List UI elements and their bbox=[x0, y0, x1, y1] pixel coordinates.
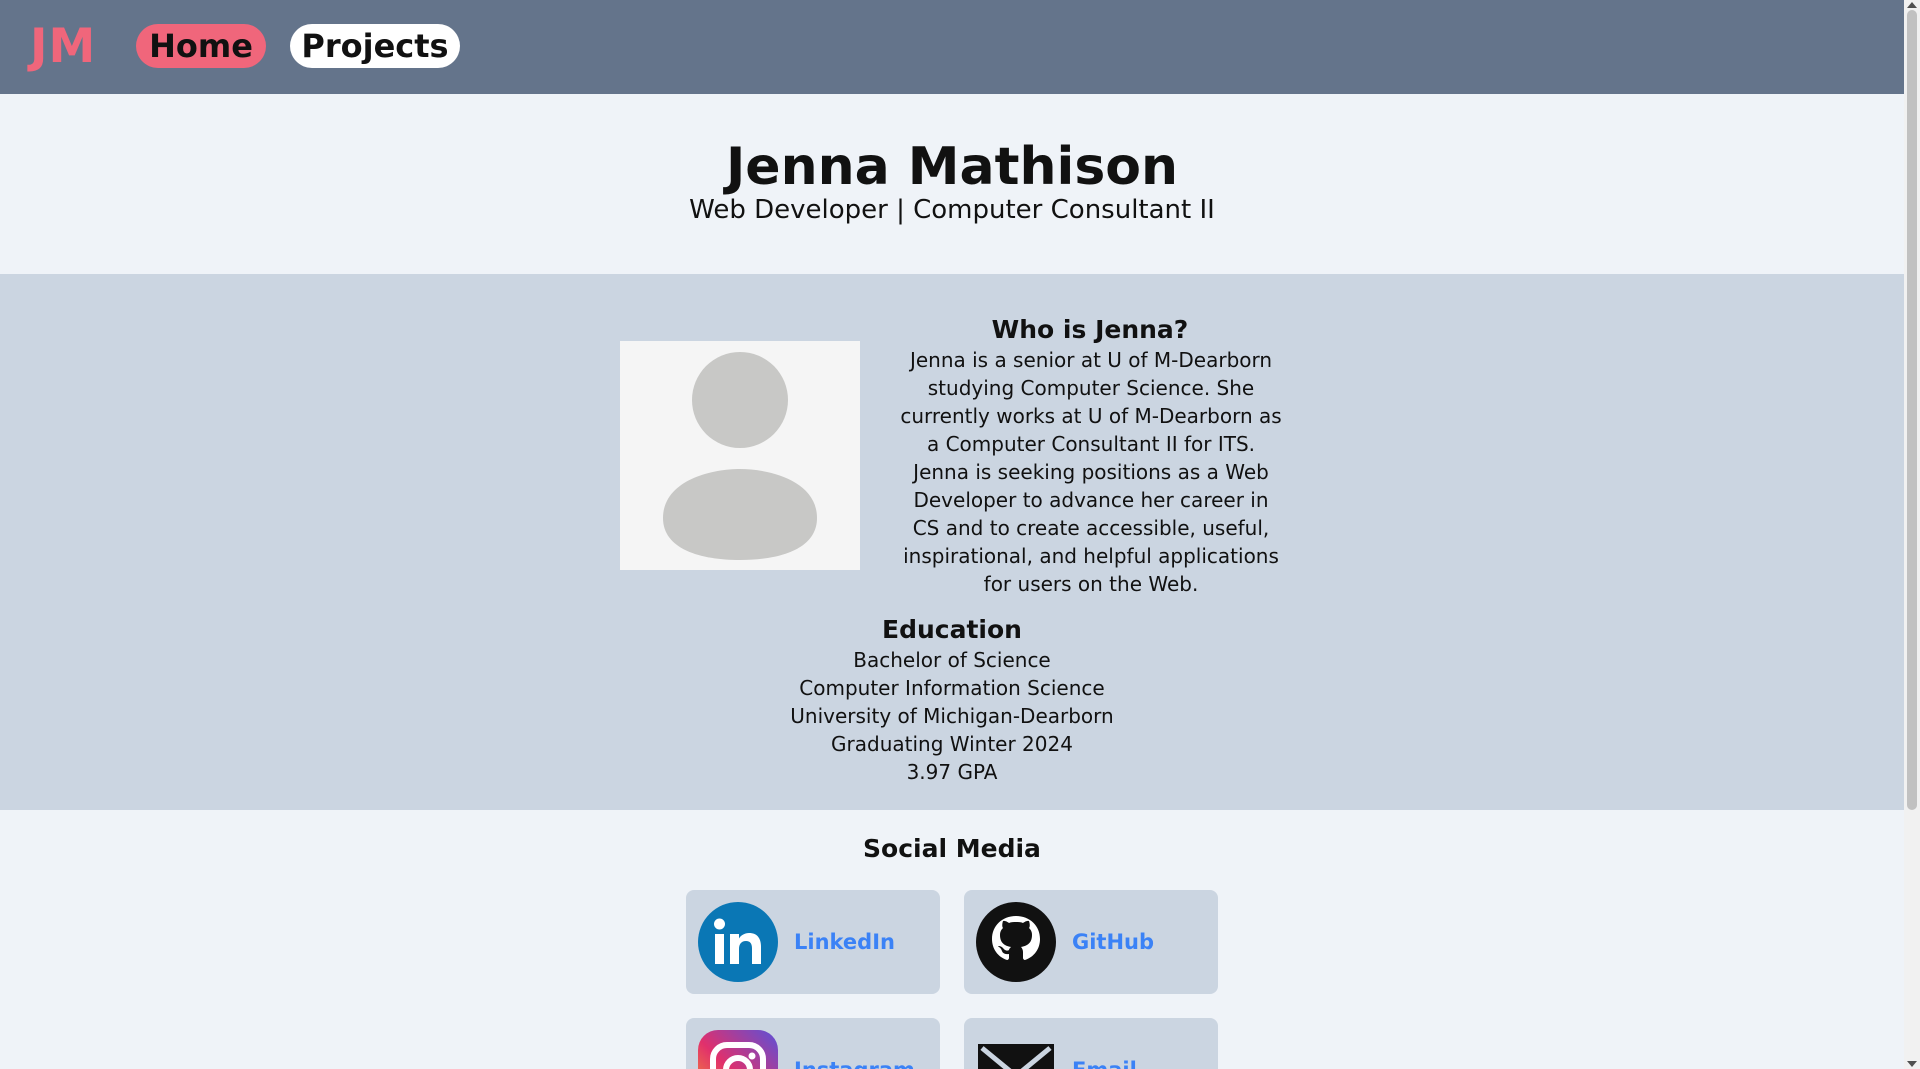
github-icon bbox=[976, 902, 1056, 982]
education-degree: Bachelor of Science bbox=[853, 648, 1051, 672]
education-details: Bachelor of Science Computer Information… bbox=[0, 646, 1904, 786]
education-title: Education bbox=[882, 615, 1022, 644]
page-title: Jenna Mathison bbox=[725, 137, 1179, 197]
nav-projects-button[interactable]: Projects bbox=[290, 24, 460, 68]
scroll-up-arrow-icon[interactable] bbox=[1907, 2, 1917, 8]
scroll-down-arrow-icon[interactable] bbox=[1907, 1061, 1917, 1067]
education-gpa: 3.97 GPA bbox=[906, 760, 998, 784]
linkedin-icon bbox=[698, 902, 778, 982]
education-major: Computer Information Science bbox=[799, 676, 1105, 700]
avatar-placeholder-icon bbox=[663, 352, 817, 560]
linkedin-card[interactable]: LinkedIn bbox=[686, 890, 940, 994]
email-card[interactable]: Email bbox=[964, 1018, 1218, 1069]
github-card[interactable]: GitHub bbox=[964, 890, 1218, 994]
email-icon bbox=[978, 1044, 1054, 1069]
github-link[interactable]: GitHub bbox=[1072, 928, 1154, 956]
instagram-link[interactable]: Instagram bbox=[794, 1056, 915, 1069]
email-link[interactable]: Email bbox=[1072, 1056, 1137, 1069]
education-school: University of Michigan-Dearborn bbox=[790, 704, 1114, 728]
instagram-card[interactable]: Instagram bbox=[686, 1018, 940, 1069]
page-subtitle: Web Developer | Computer Consultant II bbox=[689, 195, 1215, 225]
education-graduation: Graduating Winter 2024 bbox=[831, 732, 1073, 756]
scrollbar-thumb[interactable] bbox=[1907, 10, 1917, 810]
navbar: JM Home Projects bbox=[0, 0, 1904, 94]
nav-home-button[interactable]: Home bbox=[136, 24, 266, 68]
social-title: Social Media bbox=[863, 834, 1041, 863]
logo[interactable]: JM bbox=[30, 18, 96, 76]
about-text: Jenna is a senior at U of M-Dearborn stu… bbox=[900, 348, 1282, 596]
instagram-icon bbox=[698, 1030, 778, 1069]
page: JM Home Projects Jenna Mathison Web Deve… bbox=[0, 0, 1904, 1069]
about-section: Who is Jenna? Jenna is a senior at U of … bbox=[0, 274, 1904, 810]
avatar bbox=[620, 341, 860, 570]
linkedin-link[interactable]: LinkedIn bbox=[794, 928, 895, 956]
scrollbar[interactable] bbox=[1904, 0, 1920, 1069]
about-title: Who is Jenna? bbox=[991, 315, 1189, 344]
